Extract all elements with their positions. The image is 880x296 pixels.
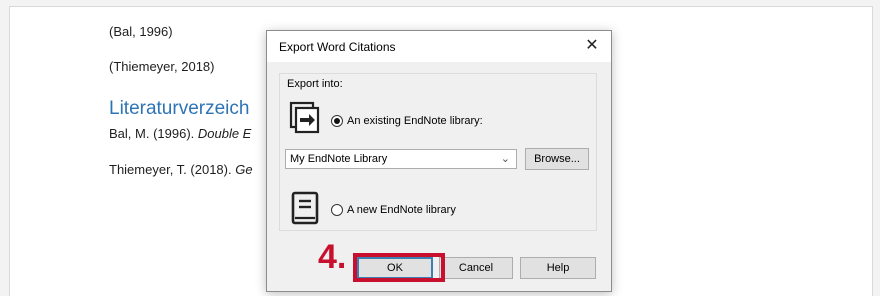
browse-button[interactable]: Browse... xyxy=(525,148,589,170)
help-button[interactable]: Help xyxy=(520,257,596,279)
library-export-icon xyxy=(289,101,320,134)
radio-new-library[interactable] xyxy=(331,204,343,216)
option-existing-library-label: An existing EndNote library: xyxy=(347,115,483,127)
bibliography-heading: Literaturverzeich xyxy=(109,98,250,119)
radio-existing-library[interactable] xyxy=(331,115,343,127)
dialog-titlebar: Export Word Citations ✕ xyxy=(267,31,611,62)
citation-thiemeyer: (Thiemeyer, 2018) xyxy=(109,59,215,74)
reference-thiemeyer: Thiemeyer, T. (2018). Ge xyxy=(109,162,253,177)
ok-button[interactable]: OK xyxy=(357,257,433,279)
option-existing-library[interactable]: An existing EndNote library: xyxy=(331,115,483,127)
option-new-library-label: A new EndNote library xyxy=(347,204,456,216)
export-word-citations-dialog: Export Word Citations ✕ Export into: An … xyxy=(266,30,612,292)
chevron-down-icon: ⌄ xyxy=(500,153,510,165)
dialog-title: Export Word Citations xyxy=(279,40,396,54)
export-into-label: Export into: xyxy=(287,78,343,90)
library-select-value: My EndNote Library xyxy=(290,153,388,165)
citation-bal: (Bal, 1996) xyxy=(109,24,173,39)
reference-bal: Bal, M. (1996). Double E xyxy=(109,126,252,141)
close-icon[interactable]: ✕ xyxy=(581,35,603,57)
book-icon xyxy=(291,191,319,225)
library-select[interactable]: My EndNote Library ⌄ xyxy=(285,149,517,169)
cancel-button[interactable]: Cancel xyxy=(439,257,513,279)
step-number-label: 4. xyxy=(318,238,347,276)
option-new-library[interactable]: A new EndNote library xyxy=(331,204,456,216)
